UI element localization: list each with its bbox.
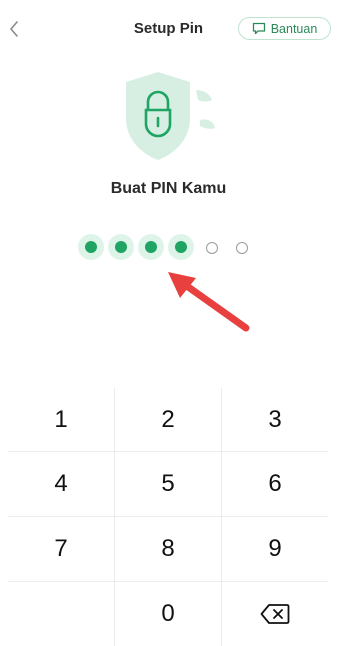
help-button-label: Bantuan: [270, 21, 318, 36]
key-9[interactable]: 9: [222, 517, 328, 581]
chevron-left-icon: [10, 21, 18, 37]
help-button[interactable]: Bantuan: [238, 17, 331, 40]
numeric-keypad: 1 2 3 4 5 6 7 8 9 0: [8, 388, 328, 646]
backspace-icon: [260, 604, 290, 624]
backspace-key[interactable]: [222, 582, 328, 646]
key-1[interactable]: 1: [8, 388, 114, 452]
key-empty: [8, 582, 114, 646]
key-4[interactable]: 4: [8, 452, 114, 516]
pin-dot-filled: [138, 234, 164, 260]
annotation-arrow-icon: [168, 272, 250, 332]
pin-dot-filled: [78, 234, 104, 260]
shield-lock-icon: [126, 72, 215, 160]
create-pin-heading: Buat PIN Kamu: [110, 180, 227, 197]
header: Setup Pin Bantuan: [0, 0, 337, 58]
key-5[interactable]: 5: [115, 452, 221, 516]
back-button[interactable]: [4, 16, 24, 42]
pin-dot-empty: [228, 234, 254, 260]
pin-dot-filled: [168, 234, 194, 260]
key-7[interactable]: 7: [8, 517, 114, 581]
pin-dot-filled: [108, 234, 134, 260]
key-2[interactable]: 2: [115, 388, 221, 452]
chat-bubble-icon: [252, 22, 265, 35]
key-3[interactable]: 3: [222, 388, 328, 452]
pin-dot-empty: [198, 234, 224, 260]
key-6[interactable]: 6: [222, 452, 328, 516]
key-0[interactable]: 0: [115, 582, 221, 646]
key-8[interactable]: 8: [115, 517, 221, 581]
shield-lock-illustration: [118, 68, 218, 164]
pin-indicator: [0, 234, 337, 260]
